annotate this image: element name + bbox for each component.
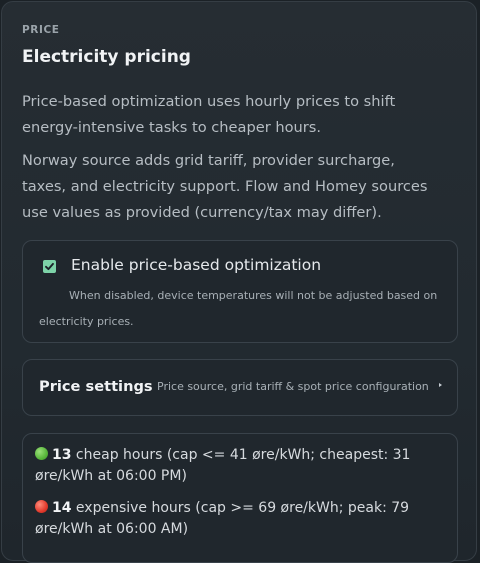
toggle-hint-text: When disabled, device temperatures will … xyxy=(39,289,438,328)
description-paragraph-1: Price-based optimization uses hourly pri… xyxy=(22,93,396,136)
red-circle-icon xyxy=(35,500,48,513)
description-paragraph-2: Norway source adds grid tariff, provider… xyxy=(22,152,428,221)
price-summary-card: 13 cheap hours (cap <= 41 øre/kWh; cheap… xyxy=(22,433,458,563)
enable-price-optimization-label[interactable]: Enable price-based optimization xyxy=(71,256,321,274)
chevron-right-icon xyxy=(439,383,442,387)
section-label: PRICE xyxy=(22,24,60,36)
expensive-hours-summary: 14 expensive hours (cap >= 69 øre/kWh; p… xyxy=(35,498,445,540)
price-settings-row[interactable]: Price settings Price source, grid tariff… xyxy=(22,359,458,416)
expensive-hours-text: expensive hours (cap >= 69 øre/kWh; peak… xyxy=(35,500,410,537)
price-panel: PRICE Electricity pricing Price-based op… xyxy=(1,1,477,563)
checkmark-icon xyxy=(45,262,54,271)
enable-price-optimization-checkbox[interactable] xyxy=(43,260,56,273)
price-settings-title: Price settings xyxy=(39,378,153,395)
cheap-hours-text: cheap hours (cap <= 41 øre/kWh; cheapest… xyxy=(35,447,411,484)
cheap-hours-count: 13 xyxy=(52,447,72,463)
expensive-hours-count: 14 xyxy=(52,500,72,516)
cheap-hours-summary: 13 cheap hours (cap <= 41 øre/kWh; cheap… xyxy=(35,445,445,487)
price-settings-description: Price source, grid tariff & spot price c… xyxy=(157,380,429,393)
section-title: Electricity pricing xyxy=(22,47,191,67)
green-circle-icon xyxy=(35,447,48,460)
price-optimization-toggle-card: Enable price-based optimization When dis… xyxy=(22,240,458,343)
